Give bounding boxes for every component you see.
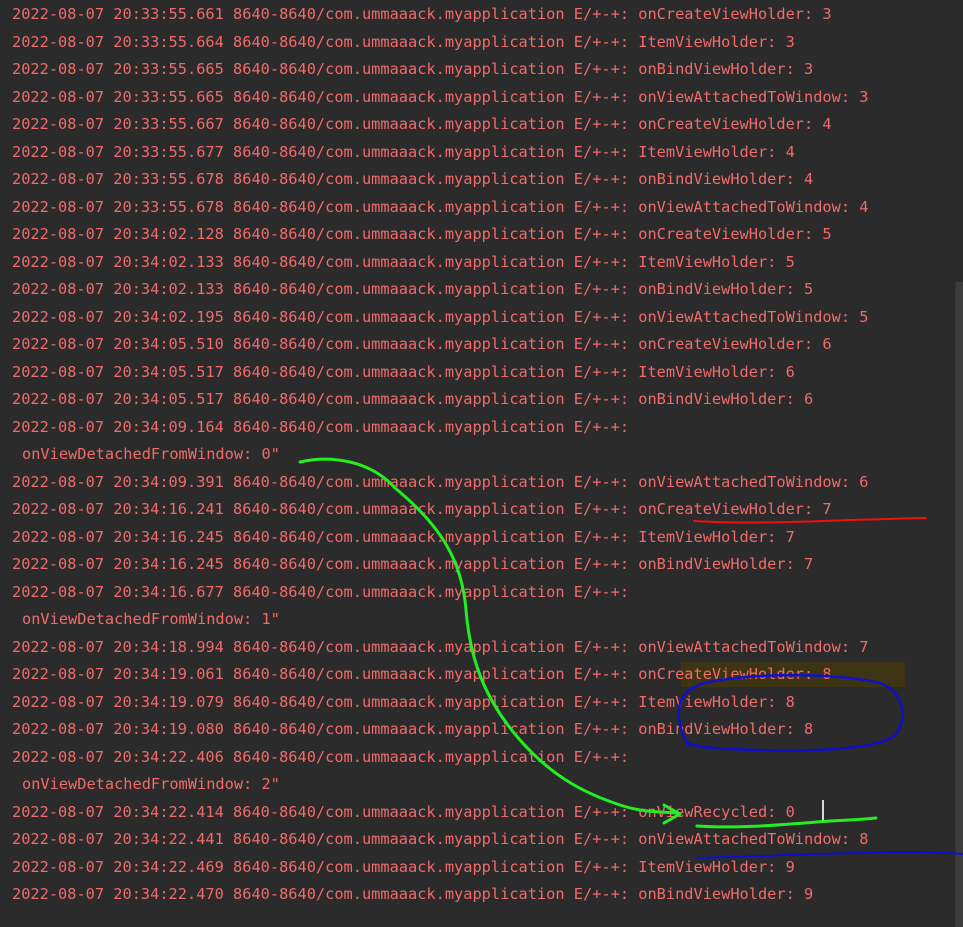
log-line[interactable]: 2022-08-07 20:33:55.665 8640-8640/com.um… xyxy=(12,56,813,84)
log-line[interactable]: 2022-08-07 20:34:22.441 8640-8640/com.um… xyxy=(12,826,868,854)
log-line[interactable]: 2022-08-07 20:33:55.664 8640-8640/com.um… xyxy=(12,29,795,57)
log-line[interactable]: 2022-08-07 20:34:09.391 8640-8640/com.um… xyxy=(12,469,868,497)
log-line[interactable]: 2022-08-07 20:34:02.133 8640-8640/com.um… xyxy=(12,249,795,277)
log-line[interactable]: 2022-08-07 20:33:55.661 8640-8640/com.um… xyxy=(12,1,832,29)
log-line[interactable]: 2022-08-07 20:34:16.245 8640-8640/com.um… xyxy=(12,524,795,552)
log-line[interactable]: 2022-08-07 20:34:05.510 8640-8640/com.um… xyxy=(12,331,832,359)
log-line[interactable]: 2022-08-07 20:34:02.133 8640-8640/com.um… xyxy=(12,276,813,304)
log-line[interactable]: 2022-08-07 20:33:55.667 8640-8640/com.um… xyxy=(12,111,832,139)
log-line[interactable]: 2022-08-07 20:34:19.079 8640-8640/com.um… xyxy=(12,689,795,717)
log-line[interactable]: 2022-08-07 20:34:22.414 8640-8640/com.um… xyxy=(12,799,795,827)
text-caret xyxy=(822,800,824,822)
log-line[interactable]: 2022-08-07 20:34:19.080 8640-8640/com.um… xyxy=(12,716,813,744)
log-line[interactable]: 2022-08-07 20:34:16.245 8640-8640/com.um… xyxy=(12,551,813,579)
log-line[interactable]: 2022-08-07 20:33:55.678 8640-8640/com.um… xyxy=(12,194,868,222)
log-line[interactable]: 2022-08-07 20:34:22.469 8640-8640/com.um… xyxy=(12,854,795,882)
log-line[interactable]: 2022-08-07 20:34:09.164 8640-8640/com.um… xyxy=(12,414,629,442)
vertical-scrollbar[interactable] xyxy=(955,282,963,927)
log-line[interactable]: 2022-08-07 20:33:55.665 8640-8640/com.um… xyxy=(12,84,868,112)
log-line-continuation[interactable]: onViewDetachedFromWindow: 0" xyxy=(22,441,280,469)
logcat-console[interactable]: 2022-08-07 20:33:55.661 8640-8640/com.um… xyxy=(0,0,963,927)
log-line[interactable]: 2022-08-07 20:34:02.128 8640-8640/com.um… xyxy=(12,221,832,249)
log-line[interactable]: 2022-08-07 20:34:05.517 8640-8640/com.um… xyxy=(12,386,813,414)
log-line-continuation[interactable]: onViewDetachedFromWindow: 1" xyxy=(22,606,280,634)
log-line[interactable]: 2022-08-07 20:33:55.678 8640-8640/com.um… xyxy=(12,166,813,194)
log-line[interactable]: 2022-08-07 20:34:02.195 8640-8640/com.um… xyxy=(12,304,868,332)
log-line[interactable]: 2022-08-07 20:34:22.470 8640-8640/com.um… xyxy=(12,881,813,909)
log-line[interactable]: 2022-08-07 20:34:22.406 8640-8640/com.um… xyxy=(12,744,629,772)
log-line[interactable]: 2022-08-07 20:34:16.677 8640-8640/com.um… xyxy=(12,579,629,607)
log-line[interactable]: 2022-08-07 20:33:55.677 8640-8640/com.um… xyxy=(12,139,795,167)
log-line-continuation[interactable]: onViewDetachedFromWindow: 2" xyxy=(22,771,280,799)
log-line[interactable]: 2022-08-07 20:34:19.061 8640-8640/com.um… xyxy=(12,661,832,689)
log-line[interactable]: 2022-08-07 20:34:18.994 8640-8640/com.um… xyxy=(12,634,868,662)
log-line[interactable]: 2022-08-07 20:34:16.241 8640-8640/com.um… xyxy=(12,496,832,524)
log-line[interactable]: 2022-08-07 20:34:05.517 8640-8640/com.um… xyxy=(12,359,795,387)
